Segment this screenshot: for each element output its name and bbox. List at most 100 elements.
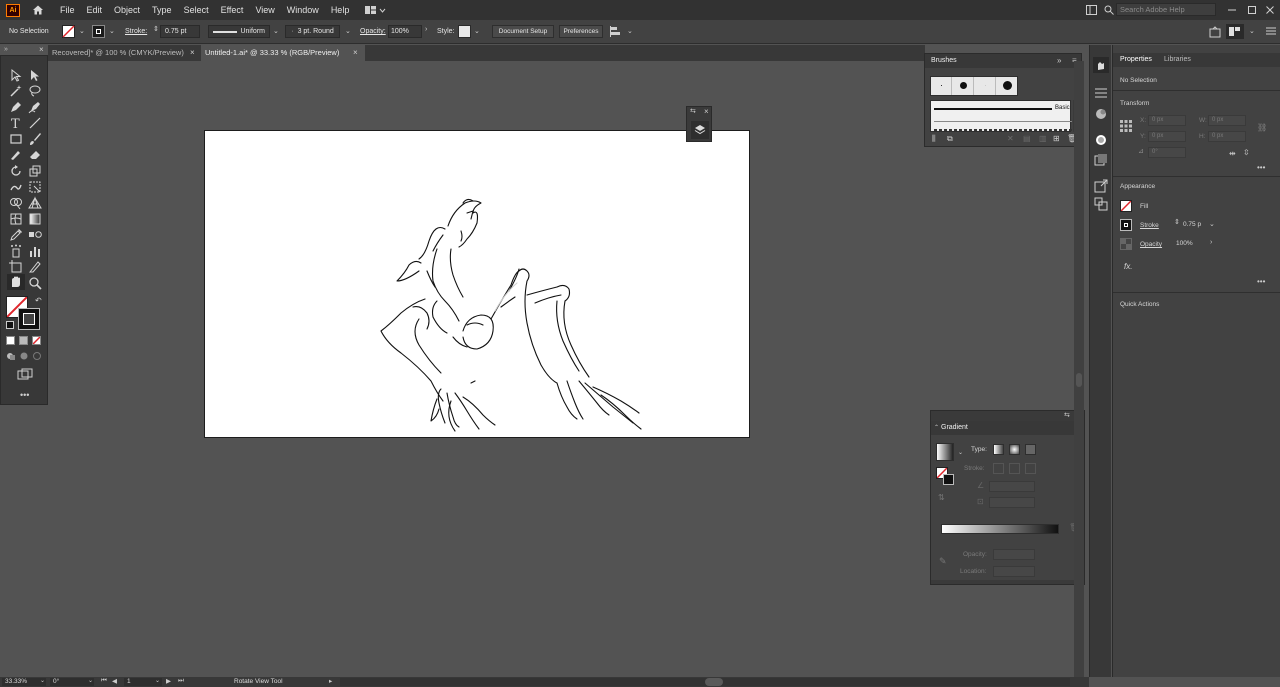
color-panel-icon[interactable] (1094, 107, 1108, 123)
next-artboard-icon[interactable]: ▶ (166, 677, 171, 685)
layers-icon[interactable] (691, 121, 709, 139)
home-icon[interactable] (32, 4, 44, 16)
appearance-panel-icon[interactable] (1094, 133, 1108, 149)
chevron-down-icon[interactable]: ⌄ (109, 27, 115, 35)
appearance-fill-none-icon[interactable] (1120, 200, 1132, 212)
lasso-tool-icon[interactable] (28, 84, 42, 98)
chevron-right-icon[interactable]: › (1210, 239, 1212, 246)
arrange-documents-icon[interactable] (365, 5, 387, 15)
swap-fill-stroke-icon[interactable]: ↶ (35, 296, 42, 305)
chevron-down-icon[interactable]: ⌄ (627, 27, 633, 35)
stroke-color-icon[interactable] (18, 308, 40, 330)
panel-collapse-icon[interactable]: » (4, 46, 8, 53)
chevron-down-icon[interactable]: ⌄ (40, 677, 45, 684)
shape-builder-tool-icon[interactable] (9, 196, 23, 210)
stepper-icon[interactable]: ⇕ (153, 25, 159, 33)
appearance-opacity-label[interactable]: Opacity (1140, 241, 1162, 248)
opacity-field[interactable]: 100% (388, 25, 422, 38)
brush-preset-medium[interactable] (953, 77, 974, 95)
rotate-view-tool-icon[interactable] (7, 274, 25, 290)
expand-panel-icon[interactable]: ⇆ (1064, 411, 1070, 419)
collapse-panel-icon[interactable]: » (1057, 56, 1061, 65)
appearance-stroke-weight[interactable]: 0.75 p (1183, 221, 1201, 228)
menu-view[interactable]: View (249, 0, 280, 20)
paintbrush-tool-icon[interactable] (28, 132, 42, 146)
draw-behind-icon[interactable] (19, 351, 29, 361)
draw-normal-icon[interactable] (6, 351, 16, 361)
flip-horizontal-icon[interactable]: ⇹ (1229, 149, 1236, 158)
symbol-sprayer-tool-icon[interactable] (9, 244, 23, 258)
opacity-label[interactable]: Opacity: (360, 28, 386, 35)
chevron-down-icon[interactable]: ⌄ (958, 449, 963, 456)
flip-vertical-icon[interactable]: ⇳ (1243, 148, 1250, 157)
stepper-icon[interactable]: ⇕ (1174, 218, 1180, 226)
none-mode-icon[interactable] (32, 336, 41, 345)
brush-preset-faint[interactable] (975, 77, 996, 95)
effects-button[interactable]: fx. (1124, 262, 1132, 271)
freeform-gradient-icon[interactable] (1025, 444, 1036, 455)
column-graph-tool-icon[interactable] (28, 244, 42, 258)
brush-preset-large[interactable] (997, 77, 1018, 95)
align-options-icon[interactable] (610, 26, 624, 37)
slice-tool-icon[interactable] (28, 260, 42, 274)
menu-object[interactable]: Object (108, 0, 146, 20)
tab-properties[interactable]: Properties (1120, 56, 1152, 63)
zoom-tool-icon[interactable] (28, 276, 42, 290)
expand-panel-icon[interactable]: ⇆ (690, 107, 696, 115)
chevron-down-icon[interactable]: ⌄ (155, 677, 160, 684)
mesh-tool-icon[interactable] (9, 212, 23, 226)
tab-recovered-document[interactable]: Recovered]* @ 100 % (CMYK/Preview) (48, 45, 196, 61)
last-artboard-icon[interactable]: ⏭ (178, 677, 184, 685)
scale-tool-icon[interactable] (28, 164, 42, 178)
type-tool-icon[interactable]: T (9, 116, 23, 132)
new-brush-icon[interactable]: ⊞ (1053, 134, 1060, 143)
menu-type[interactable]: Type (146, 0, 178, 20)
appearance-stroke-icon[interactable] (1120, 219, 1132, 231)
brush-definition-select[interactable]: · 3 pt. Round (285, 25, 340, 38)
gradient-stroke-icon[interactable] (943, 474, 954, 485)
pen-tool-icon[interactable] (9, 100, 23, 114)
properties-panel-icon[interactable] (1093, 57, 1109, 73)
eyedropper-tool-icon[interactable] (9, 228, 23, 242)
default-colors-icon[interactable] (6, 321, 14, 329)
menu-help[interactable]: Help (325, 0, 356, 20)
gradient-slider[interactable] (941, 524, 1059, 534)
line-segment-tool-icon[interactable] (28, 116, 42, 130)
chevron-down-icon[interactable]: ⌄ (88, 677, 93, 684)
close-toolbar-icon[interactable]: × (39, 45, 44, 54)
menu-effect[interactable]: Effect (215, 0, 250, 20)
magic-wand-tool-icon[interactable] (9, 84, 23, 98)
gradient-mode-icon[interactable] (19, 336, 28, 345)
stroke-swatch-icon[interactable] (92, 25, 105, 38)
close-window-icon[interactable] (1262, 2, 1278, 18)
document-setup-button[interactable]: Document Setup (492, 25, 554, 38)
first-artboard-icon[interactable]: ⏮ (101, 677, 107, 685)
gradient-panel-title[interactable]: Gradient (941, 424, 968, 431)
transparency-panel-icon[interactable] (1094, 153, 1108, 169)
color-mode-icon[interactable] (6, 336, 15, 345)
brush-libraries-icon[interactable]: ⫼ (932, 134, 936, 144)
eraser-tool-icon[interactable] (28, 148, 42, 162)
appearance-stroke-label[interactable]: Stroke (1140, 222, 1159, 229)
previous-artboard-icon[interactable]: ◀ (112, 677, 117, 685)
arrange-panels-icon[interactable] (1226, 24, 1244, 39)
stroke-profile-select[interactable]: Uniform (208, 25, 270, 38)
gradient-thumbnail[interactable] (936, 443, 954, 461)
fill-swatch-none-icon[interactable] (62, 25, 75, 38)
menu-edit[interactable]: Edit (81, 0, 109, 20)
vertical-scroll-thumb[interactable] (1076, 373, 1082, 387)
close-panel-icon[interactable]: × (704, 107, 709, 116)
tab-libraries[interactable]: Libraries (1164, 56, 1191, 63)
menu-window[interactable]: Window (281, 0, 325, 20)
brush-libraries-menu-icon[interactable]: ⧉ (947, 134, 953, 144)
close-tab-icon[interactable]: × (353, 45, 358, 61)
edit-toolbar-more-icon[interactable]: ••• (20, 390, 29, 400)
rotate-tool-icon[interactable] (9, 164, 23, 178)
linear-gradient-icon[interactable] (993, 444, 1004, 455)
minimize-icon[interactable] (1224, 2, 1240, 18)
search-input[interactable]: Search Adobe Help (1116, 3, 1216, 16)
stroke-label[interactable]: Stroke: (125, 28, 147, 35)
chevron-down-icon[interactable]: ⌄ (1249, 27, 1255, 35)
gradient-panel-resize-grip[interactable] (931, 580, 1084, 584)
chevron-down-icon[interactable]: ⌄ (273, 27, 279, 35)
